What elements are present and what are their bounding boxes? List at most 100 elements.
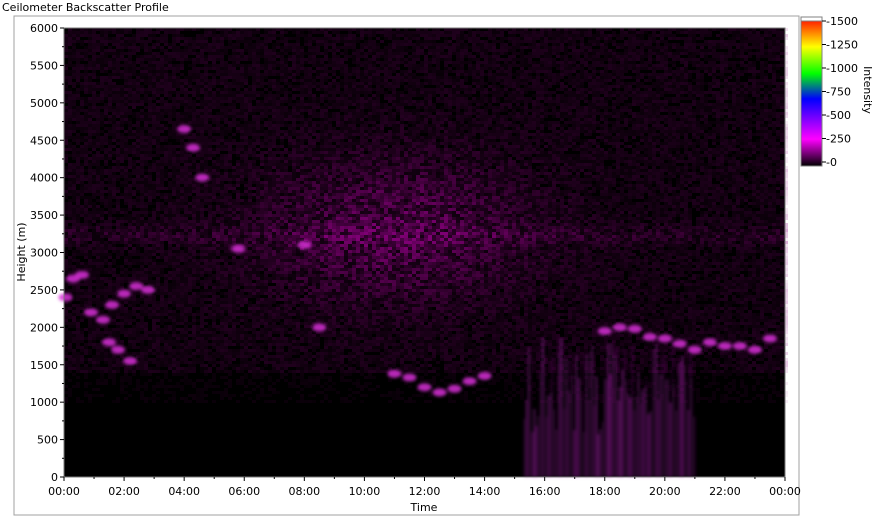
noise-cell xyxy=(76,37,80,40)
noise-cell xyxy=(344,58,348,61)
noise-cell xyxy=(740,103,744,106)
noise-cell xyxy=(536,103,540,106)
noise-cell xyxy=(200,82,204,85)
noise-cell xyxy=(656,88,660,91)
noise-cell xyxy=(680,67,684,70)
noise-cell xyxy=(152,67,156,70)
noise-cell xyxy=(412,118,416,121)
noise-cell xyxy=(360,112,364,115)
noise-cell xyxy=(88,58,92,61)
noise-cell xyxy=(268,124,272,127)
noise-cell xyxy=(456,106,460,109)
noise-cell xyxy=(300,52,304,55)
noise-cell xyxy=(588,106,592,109)
noise-cell xyxy=(696,82,700,85)
noise-cell xyxy=(336,82,340,85)
noise-cell xyxy=(568,31,572,34)
noise-cell xyxy=(436,97,440,100)
noise-cell xyxy=(104,58,108,61)
noise-cell xyxy=(208,52,212,55)
noise-cell xyxy=(232,49,236,52)
noise-cell xyxy=(584,97,588,100)
noise-cell xyxy=(196,52,200,55)
noise-cell xyxy=(712,67,716,70)
noise-cell xyxy=(476,79,480,82)
noise-cell xyxy=(200,40,204,43)
noise-cell xyxy=(708,85,712,88)
noise-cell xyxy=(232,106,236,109)
noise-cell xyxy=(504,61,508,64)
noise-cell xyxy=(480,61,484,64)
noise-cell xyxy=(420,106,424,109)
noise-cell xyxy=(664,76,668,79)
noise-cell xyxy=(180,100,184,103)
noise-cell xyxy=(572,106,576,109)
noise-cell xyxy=(264,109,268,112)
noise-cell xyxy=(752,94,756,97)
noise-cell xyxy=(780,52,784,55)
noise-cell xyxy=(148,49,152,52)
noise-cell xyxy=(688,49,692,52)
noise-cell xyxy=(268,112,272,115)
noise-cell xyxy=(760,115,764,118)
noise-cell xyxy=(660,106,664,109)
noise-cell xyxy=(460,37,464,40)
noise-cell xyxy=(692,61,696,64)
noise-cell xyxy=(620,106,624,109)
noise-cell xyxy=(700,106,704,109)
noise-cell xyxy=(412,82,416,85)
noise-cell xyxy=(92,34,96,37)
noise-cell xyxy=(348,79,352,82)
noise-cell xyxy=(388,124,392,127)
noise-cell xyxy=(272,46,276,49)
noise-cell xyxy=(248,64,252,67)
noise-cell xyxy=(560,106,564,109)
noise-cell xyxy=(72,106,76,109)
noise-cell xyxy=(480,55,484,58)
noise-cell xyxy=(692,88,696,91)
noise-cell xyxy=(440,79,444,82)
noise-cell xyxy=(600,79,604,82)
noise-cell xyxy=(620,94,624,97)
noise-cell xyxy=(220,64,224,67)
noise-cell xyxy=(412,103,416,106)
noise-cell xyxy=(212,43,216,46)
noise-cell xyxy=(780,82,784,85)
noise-cell xyxy=(584,94,588,97)
noise-cell xyxy=(196,121,200,124)
noise-cell xyxy=(136,67,140,70)
noise-cell xyxy=(300,34,304,37)
noise-cell xyxy=(760,73,764,76)
noise-cell xyxy=(568,106,572,109)
noise-cell xyxy=(364,106,368,109)
noise-cell xyxy=(540,49,544,52)
noise-cell xyxy=(512,109,516,112)
noise-cell xyxy=(136,85,140,88)
noise-cell xyxy=(148,100,152,103)
noise-cell xyxy=(124,31,128,34)
noise-cell xyxy=(704,109,708,112)
noise-cell xyxy=(748,61,752,64)
noise-cell xyxy=(736,85,740,88)
noise-cell xyxy=(248,67,252,70)
noise-cell xyxy=(424,100,428,103)
noise-cell xyxy=(376,91,380,94)
noise-cell xyxy=(740,94,744,97)
noise-cell xyxy=(252,55,256,58)
noise-cell xyxy=(728,121,732,124)
noise-cell xyxy=(748,109,752,112)
noise-cell xyxy=(468,103,472,106)
noise-cell xyxy=(388,43,392,46)
noise-cell xyxy=(304,79,308,82)
noise-cell xyxy=(240,124,244,127)
noise-cell xyxy=(596,109,600,112)
noise-cell xyxy=(676,73,680,76)
noise-cell xyxy=(352,88,356,91)
noise-cell xyxy=(84,40,88,43)
noise-cell xyxy=(736,46,740,49)
noise-cell xyxy=(344,85,348,88)
noise-cell xyxy=(652,70,656,73)
noise-cell xyxy=(772,73,776,76)
noise-cell xyxy=(596,64,600,67)
noise-cell xyxy=(596,112,600,115)
